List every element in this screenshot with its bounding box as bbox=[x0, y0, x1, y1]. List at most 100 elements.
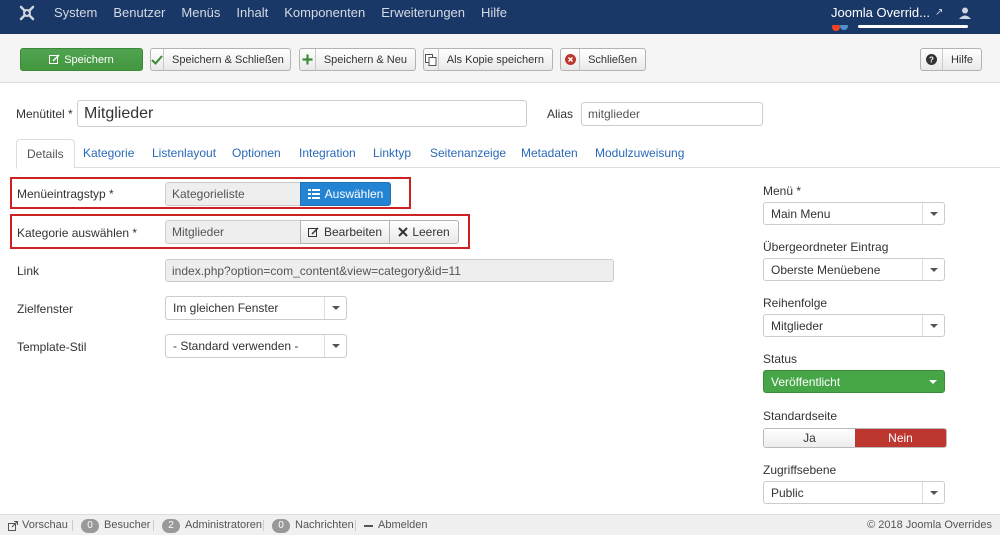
joomla-wordmark-logo bbox=[832, 25, 968, 31]
menu-item-hilfe[interactable]: Hilfe bbox=[481, 0, 507, 25]
target-window-label: Zielfenster bbox=[17, 302, 74, 316]
joomla-logo-icon[interactable] bbox=[18, 4, 36, 22]
header-band bbox=[0, 25, 1000, 34]
menu-select[interactable]: Main Menu bbox=[763, 202, 945, 225]
menu-item-komponenten[interactable]: Komponenten bbox=[284, 0, 365, 25]
menu-value: Main Menu bbox=[771, 206, 831, 221]
chevron-down-icon bbox=[922, 259, 944, 280]
menu-item-system[interactable]: System bbox=[54, 0, 97, 25]
save-button[interactable]: Speichern bbox=[20, 48, 143, 71]
save-close-label: Speichern & Schließen bbox=[172, 53, 284, 66]
tab-bar: Details Kategorie Listenlayout Optionen … bbox=[16, 139, 1000, 169]
access-level-label: Zugriffsebene bbox=[763, 463, 837, 477]
access-level-select[interactable]: Public bbox=[763, 481, 945, 504]
template-style-value: - Standard verwenden - bbox=[173, 339, 299, 353]
tab-modulzuweisung[interactable]: Modulzuweisung bbox=[595, 139, 684, 168]
tab-linktyp[interactable]: Linktyp bbox=[373, 139, 411, 168]
status-bar: Vorschau 0 Besucher 2 Administratoren 0 … bbox=[0, 514, 1000, 535]
menu-type-label: Menüeintragstyp * bbox=[17, 187, 114, 201]
tab-details[interactable]: Details bbox=[16, 139, 75, 169]
close-label: Schließen bbox=[588, 53, 637, 66]
copy-icon bbox=[424, 49, 439, 70]
help-label: Hilfe bbox=[950, 53, 973, 66]
divider bbox=[72, 520, 73, 531]
visitors-count: 0 bbox=[81, 518, 99, 533]
status-select[interactable]: Veröffentlicht bbox=[763, 370, 945, 393]
default-page-toggle: Ja Nein bbox=[763, 428, 947, 448]
default-page-yes[interactable]: Ja bbox=[764, 429, 855, 447]
external-link-icon bbox=[8, 520, 18, 531]
menu-type-field: Kategorieliste bbox=[165, 182, 301, 206]
svg-text:?: ? bbox=[929, 56, 934, 65]
tab-kategorie[interactable]: Kategorie bbox=[83, 139, 134, 168]
main-menu: System Benutzer Menüs Inhalt Komponenten… bbox=[54, 0, 523, 25]
chevron-down-icon bbox=[324, 297, 346, 319]
menu-item-inhalt[interactable]: Inhalt bbox=[236, 0, 268, 25]
menu-item-benutzer[interactable]: Benutzer bbox=[113, 0, 165, 25]
ordering-value: Mitglieder bbox=[771, 318, 824, 333]
default-page-label: Standardseite bbox=[763, 409, 838, 423]
save-close-button[interactable]: Speichern & Schließen bbox=[150, 48, 291, 71]
clear-category-button[interactable]: Leeren bbox=[389, 220, 459, 244]
tab-metadaten[interactable]: Metadaten bbox=[521, 139, 578, 168]
edit-icon bbox=[307, 226, 319, 237]
copyright: © 2018 Joomla Overrides bbox=[867, 519, 992, 531]
preview-label: Vorschau bbox=[22, 519, 68, 531]
divider bbox=[153, 520, 154, 531]
user-icon[interactable] bbox=[958, 6, 972, 20]
link-field: index.php?option=com_content&view=catego… bbox=[165, 259, 614, 282]
messages-indicator[interactable]: 0 Nachrichten bbox=[272, 515, 354, 535]
edit-category-button[interactable]: Bearbeiten bbox=[300, 220, 390, 244]
tab-listenlayout[interactable]: Listenlayout bbox=[152, 139, 216, 168]
chevron-down-icon bbox=[324, 335, 346, 357]
status-label: Status bbox=[763, 352, 798, 366]
chevron-down-icon bbox=[922, 482, 944, 503]
tab-integration[interactable]: Integration bbox=[299, 139, 356, 168]
ordering-select[interactable]: Mitglieder bbox=[763, 314, 945, 337]
external-link-icon: ↗ bbox=[934, 7, 944, 18]
logout-label: Abmelden bbox=[378, 519, 428, 531]
default-page-no[interactable]: Nein bbox=[855, 429, 946, 447]
parent-item-value: Oberste Menüebene bbox=[771, 262, 881, 277]
ordering-label: Reihenfolge bbox=[763, 296, 828, 310]
target-window-value: Im gleichen Fenster bbox=[173, 301, 279, 315]
close-circle-icon bbox=[561, 49, 581, 70]
site-link-label: Joomla Overrid... bbox=[831, 5, 930, 20]
help-button[interactable]: ? Hilfe bbox=[920, 48, 982, 71]
list-icon bbox=[307, 189, 320, 199]
save-copy-button[interactable]: Als Kopie speichern bbox=[423, 48, 553, 71]
question-icon: ? bbox=[921, 49, 943, 70]
logout-link[interactable]: Abmelden bbox=[364, 515, 428, 535]
preview-link[interactable]: Vorschau bbox=[8, 515, 68, 535]
site-link[interactable]: Joomla Overrid... ↗ bbox=[831, 0, 943, 25]
divider bbox=[355, 520, 356, 531]
plus-icon bbox=[300, 49, 316, 70]
tab-seitenanzeige[interactable]: Seitenanzeige bbox=[430, 139, 506, 168]
save-new-label: Speichern & Neu bbox=[323, 53, 407, 66]
menu-item-erweiterungen[interactable]: Erweiterungen bbox=[381, 0, 465, 25]
select-menu-type-button[interactable]: Auswählen bbox=[300, 182, 391, 206]
target-window-select[interactable]: Im gleichen Fenster bbox=[165, 296, 347, 320]
visitors-indicator: 0 Besucher bbox=[81, 515, 150, 535]
toolbar: Speichern Speichern & Schließen Speicher… bbox=[0, 34, 1000, 83]
menu-item-menues[interactable]: Menüs bbox=[181, 0, 220, 25]
menu-label: Menü * bbox=[763, 184, 802, 198]
template-style-select[interactable]: - Standard verwenden - bbox=[165, 334, 347, 358]
template-style-label: Template-Stil bbox=[17, 340, 87, 354]
chevron-down-icon bbox=[922, 203, 944, 224]
title-input[interactable]: Mitglieder bbox=[77, 100, 527, 127]
tab-optionen[interactable]: Optionen bbox=[232, 139, 281, 168]
category-field: Mitglieder bbox=[165, 220, 301, 244]
alias-label: Alias bbox=[547, 107, 574, 121]
close-button[interactable]: Schließen bbox=[560, 48, 646, 71]
edit-category-label: Bearbeiten bbox=[323, 225, 383, 239]
messages-count: 0 bbox=[272, 518, 290, 533]
link-label: Link bbox=[17, 264, 40, 278]
select-menu-type-label: Auswählen bbox=[324, 187, 384, 201]
alias-input[interactable]: mitglieder bbox=[581, 102, 763, 126]
parent-item-select[interactable]: Oberste Menüebene bbox=[763, 258, 945, 281]
admins-indicator: 2 Administratoren bbox=[162, 515, 262, 535]
save-new-button[interactable]: Speichern & Neu bbox=[299, 48, 416, 71]
save-label: Speichern bbox=[64, 53, 114, 66]
chevron-down-icon bbox=[922, 315, 944, 336]
